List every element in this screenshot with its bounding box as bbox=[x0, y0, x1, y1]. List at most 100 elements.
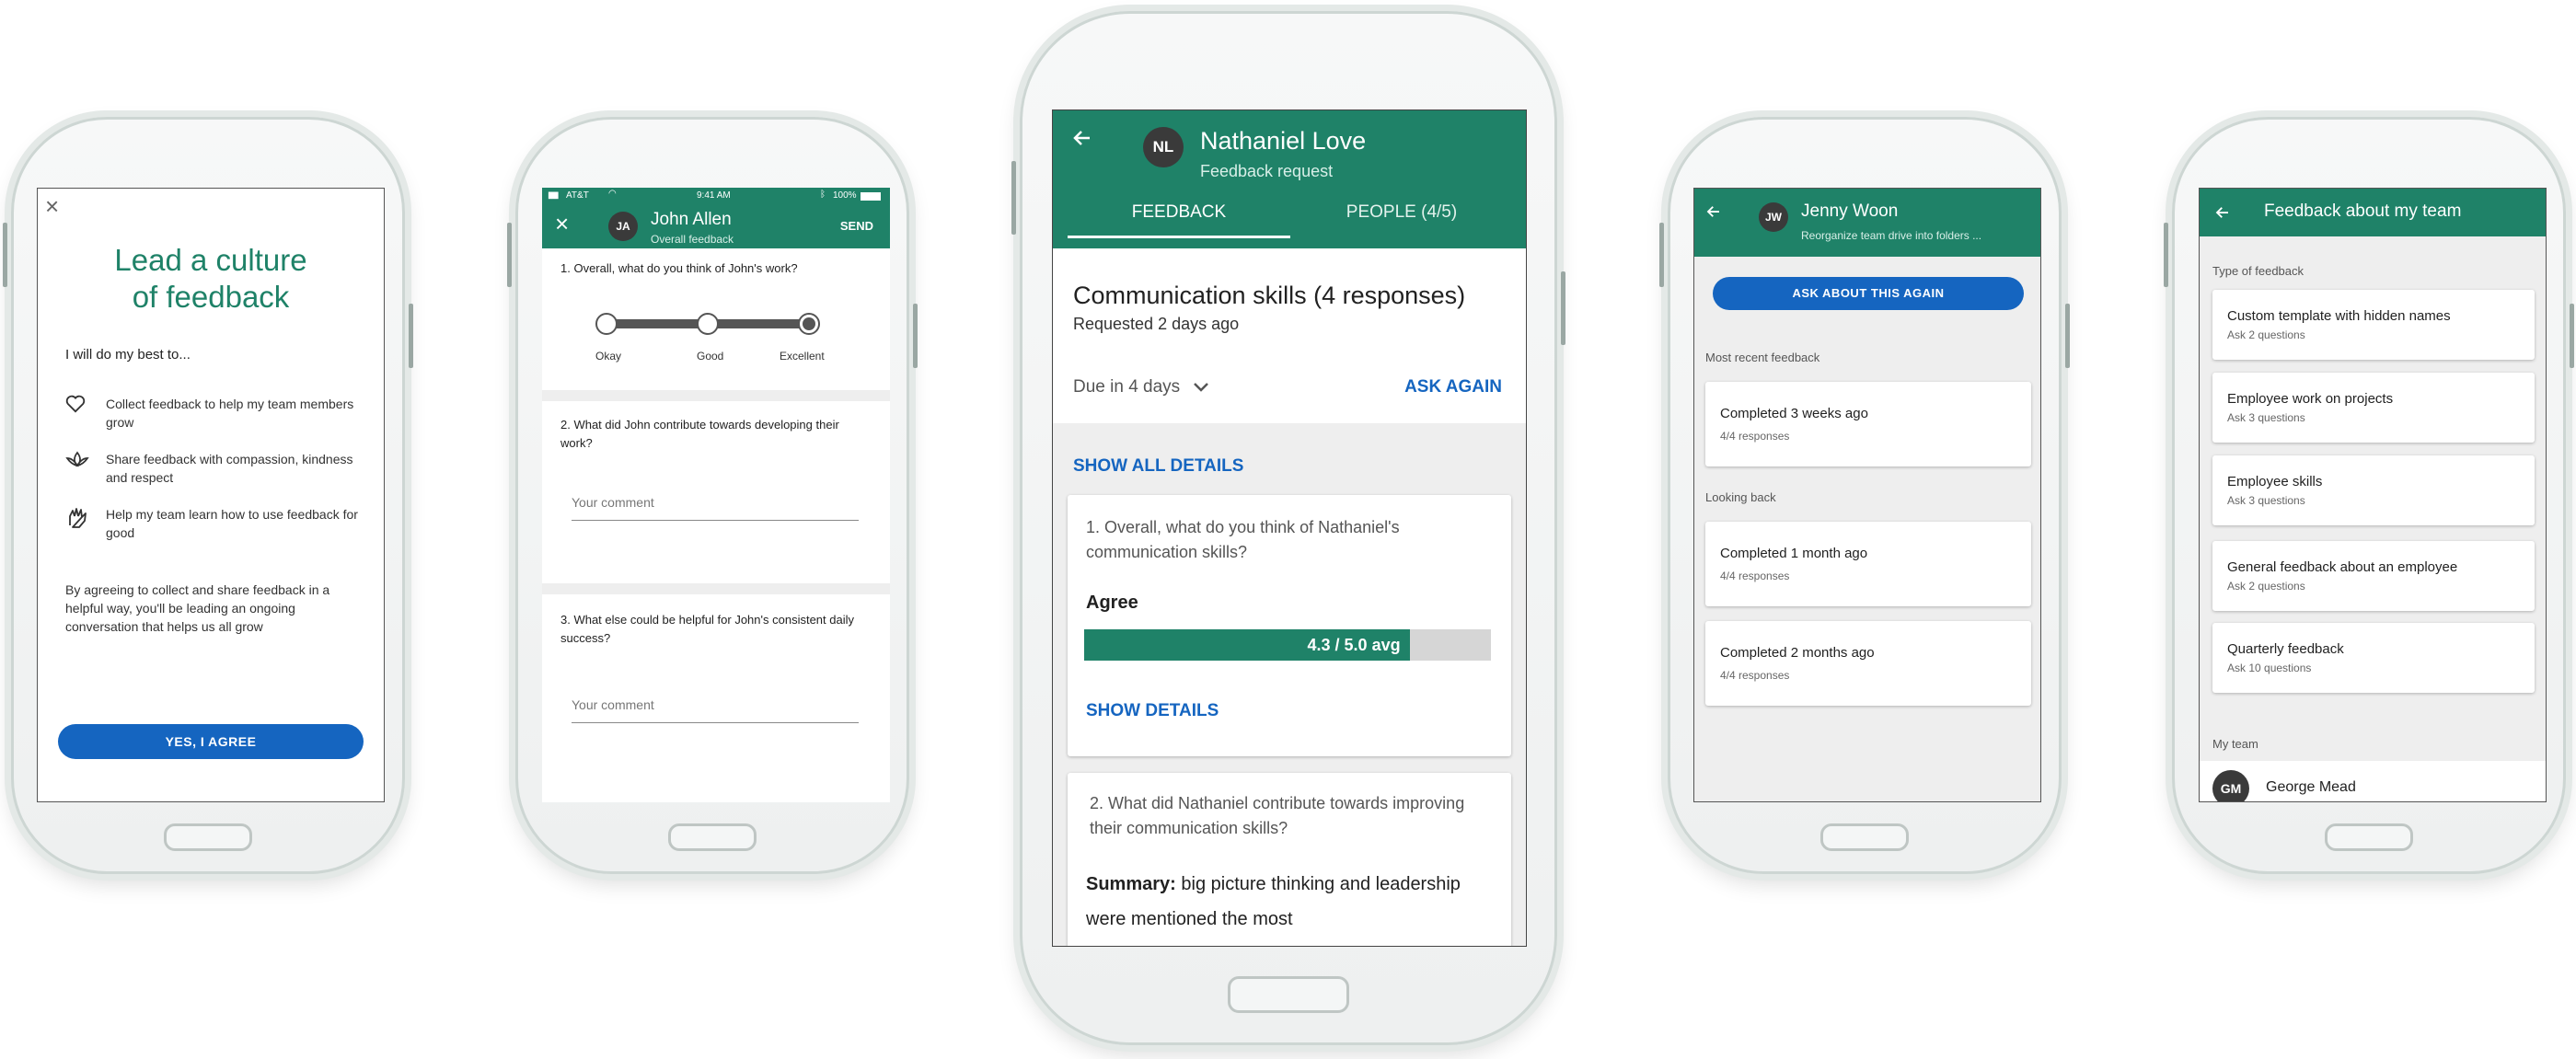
scale-label: Good bbox=[697, 350, 724, 363]
section-label: My team bbox=[2212, 737, 2258, 751]
card-title: General feedback about an employee bbox=[2227, 559, 2458, 575]
lotus-icon bbox=[65, 450, 91, 468]
feedback-history-item[interactable]: Completed 1 month ago 4/4 responses bbox=[1705, 522, 2031, 606]
due-label: Due in 4 days bbox=[1073, 377, 1181, 397]
summary-text: Summary: big picture thinking and leader… bbox=[1086, 867, 1491, 937]
feedback-type-card[interactable]: General feedback about an employee Ask 2 … bbox=[2212, 541, 2535, 611]
app-bar: Feedback about my team bbox=[2200, 189, 2546, 236]
home-button[interactable] bbox=[2325, 823, 2413, 851]
phone-team-feedback: Feedback about my team Type of feedback … bbox=[2164, 117, 2574, 874]
back-arrow-icon[interactable] bbox=[2214, 204, 2231, 221]
home-button[interactable] bbox=[164, 823, 252, 851]
question-card-3: 3. What else could be helpful for John's… bbox=[542, 594, 890, 802]
feedback-type-card[interactable]: Quarterly feedback Ask 10 questions bbox=[2212, 623, 2535, 693]
card-title: Employee work on projects bbox=[2227, 391, 2394, 407]
card-subtitle: Ask 2 questions bbox=[2227, 328, 2305, 341]
question-card-1: 1. Overall, what do you think of John's … bbox=[542, 248, 890, 390]
feedback-history-item[interactable]: Completed 2 months ago 4/4 responses bbox=[1705, 621, 2031, 706]
item-subtitle: 4/4 responses bbox=[1720, 669, 1790, 682]
team-member-row[interactable]: GM George Mead bbox=[2200, 761, 2546, 801]
card-title: Quarterly feedback bbox=[2227, 641, 2344, 657]
app-bar: × JA John Allen Overall feedback SEND bbox=[542, 204, 890, 248]
pledge-item: Help my team learn how to use feedback f… bbox=[65, 505, 360, 542]
onboarding-screen: × Lead a culture of feedback I will do m… bbox=[37, 188, 385, 802]
average-value: 4.3 / 5.0 avg bbox=[1307, 636, 1401, 654]
page-title: Feedback about my team bbox=[2264, 201, 2462, 221]
slider-stop-okay[interactable] bbox=[595, 313, 618, 335]
avatar: JW bbox=[1759, 202, 1788, 232]
question-text: 2. What did John contribute towards deve… bbox=[560, 418, 839, 450]
comment-field[interactable]: Your comment bbox=[572, 495, 859, 521]
requested-date: Requested 2 days ago bbox=[1073, 315, 1240, 333]
team-feedback-screen: Feedback about my team Type of feedback … bbox=[2199, 188, 2547, 802]
rating-slider[interactable] bbox=[595, 313, 820, 335]
pledge-intro: I will do my best to... bbox=[65, 347, 191, 363]
battery-icon bbox=[861, 192, 881, 201]
feedback-type-card[interactable]: Custom template with hidden names Ask 2 q… bbox=[2212, 290, 2535, 360]
section-label: Type of feedback bbox=[2212, 264, 2305, 278]
feedback-summary-screen: NL Nathaniel Love Feedback request FEEDB… bbox=[1052, 109, 1527, 947]
avatar: JA bbox=[608, 212, 638, 241]
show-all-details-link[interactable]: SHOW ALL DETAILS bbox=[1073, 456, 1243, 477]
phone-feedback-summary: NL Nathaniel Love Feedback request FEEDB… bbox=[1011, 11, 1565, 1045]
request-type: Feedback request bbox=[1200, 162, 1334, 180]
feedback-type-card[interactable]: Employee work on projects Ask 3 questions bbox=[2212, 373, 2535, 443]
tab-people[interactable]: PEOPLE (4/5) bbox=[1290, 202, 1513, 223]
home-button[interactable] bbox=[1228, 976, 1349, 1013]
card-subtitle: Ask 10 questions bbox=[2227, 662, 2312, 674]
section-label: Looking back bbox=[1705, 490, 1776, 504]
heart-icon bbox=[65, 395, 91, 413]
show-details-link[interactable]: SHOW DETAILS bbox=[1086, 701, 1219, 721]
back-arrow-icon[interactable] bbox=[1705, 203, 1722, 220]
card-title: Custom template with hidden names bbox=[2227, 308, 2451, 324]
wifi-icon: ◠ bbox=[608, 189, 617, 199]
person-name: Jenny Woon bbox=[1801, 201, 1899, 221]
due-dropdown[interactable]: Due in 4 days bbox=[1073, 377, 1209, 397]
time-label: 9:41 AM bbox=[697, 190, 731, 201]
ask-again-button[interactable]: ASK AGAIN bbox=[1404, 377, 1502, 397]
comment-field[interactable]: Your comment bbox=[572, 697, 859, 723]
close-icon[interactable]: × bbox=[45, 194, 59, 218]
average-bar: 4.3 / 5.0 avg bbox=[1084, 629, 1491, 661]
phone-onboarding: × Lead a culture of feedback I will do m… bbox=[3, 117, 413, 874]
bluetooth-icon: ᛒ bbox=[820, 190, 826, 200]
chevron-down-icon bbox=[1193, 382, 1209, 393]
question-summary-card: 2. What did Nathaniel contribute towards… bbox=[1068, 773, 1511, 946]
app-bar: JW Jenny Woon Reorganize team drive into… bbox=[1694, 189, 2040, 257]
page-title: Lead a culture of feedback bbox=[38, 242, 384, 316]
pledge-text: Help my team learn how to use feedback f… bbox=[106, 507, 358, 540]
home-button[interactable] bbox=[1820, 823, 1909, 851]
avatar: NL bbox=[1143, 127, 1184, 167]
item-subtitle: 4/4 responses bbox=[1720, 430, 1790, 443]
question-text: 1. Overall, what do you think of John's … bbox=[560, 261, 798, 275]
slider-stop-good[interactable] bbox=[697, 313, 719, 335]
question-result-card: 1. Overall, what do you think of Nathani… bbox=[1068, 495, 1511, 756]
pledge-text: Share feedback with compassion, kindness… bbox=[106, 452, 353, 485]
title-line-2: of feedback bbox=[132, 280, 290, 314]
phone-person-history: JW Jenny Woon Reorganize team drive into… bbox=[1659, 117, 2070, 874]
member-name: George Mead bbox=[2266, 779, 2356, 795]
send-button[interactable]: SEND bbox=[840, 219, 873, 233]
back-arrow-icon[interactable] bbox=[1071, 127, 1093, 149]
person-name: Nathaniel Love bbox=[1200, 127, 1367, 155]
ask-about-this-again-button[interactable]: ASK ABOUT THIS AGAIN bbox=[1713, 277, 2024, 310]
agree-button[interactable]: YES, I AGREE bbox=[58, 724, 364, 759]
item-title: Completed 3 weeks ago bbox=[1720, 406, 1868, 421]
close-icon[interactable]: × bbox=[555, 212, 569, 236]
tab-feedback[interactable]: FEEDBACK bbox=[1068, 202, 1290, 238]
person-name: John Allen bbox=[651, 210, 732, 229]
question-card-2: 2. What did John contribute towards deve… bbox=[542, 401, 890, 583]
home-button[interactable] bbox=[668, 823, 757, 851]
card-title: Employee skills bbox=[2227, 474, 2323, 489]
question-text: 2. What did Nathaniel contribute towards… bbox=[1090, 794, 1465, 837]
person-history-screen: JW Jenny Woon Reorganize team drive into… bbox=[1693, 188, 2041, 802]
hands-icon bbox=[65, 505, 91, 529]
feedback-type-card[interactable]: Employee skills Ask 3 questions bbox=[2212, 455, 2535, 525]
question-text: 3. What else could be helpful for John's… bbox=[560, 613, 854, 645]
slider-stop-excellent[interactable] bbox=[798, 313, 820, 335]
pledge-item: Share feedback with compassion, kindness… bbox=[65, 450, 360, 487]
section-heading: Communication skills (4 responses) bbox=[1073, 282, 1466, 309]
summary-label: Summary: bbox=[1086, 874, 1176, 894]
feedback-history-item[interactable]: Completed 3 weeks ago 4/4 responses bbox=[1705, 382, 2031, 466]
item-subtitle: 4/4 responses bbox=[1720, 570, 1790, 582]
